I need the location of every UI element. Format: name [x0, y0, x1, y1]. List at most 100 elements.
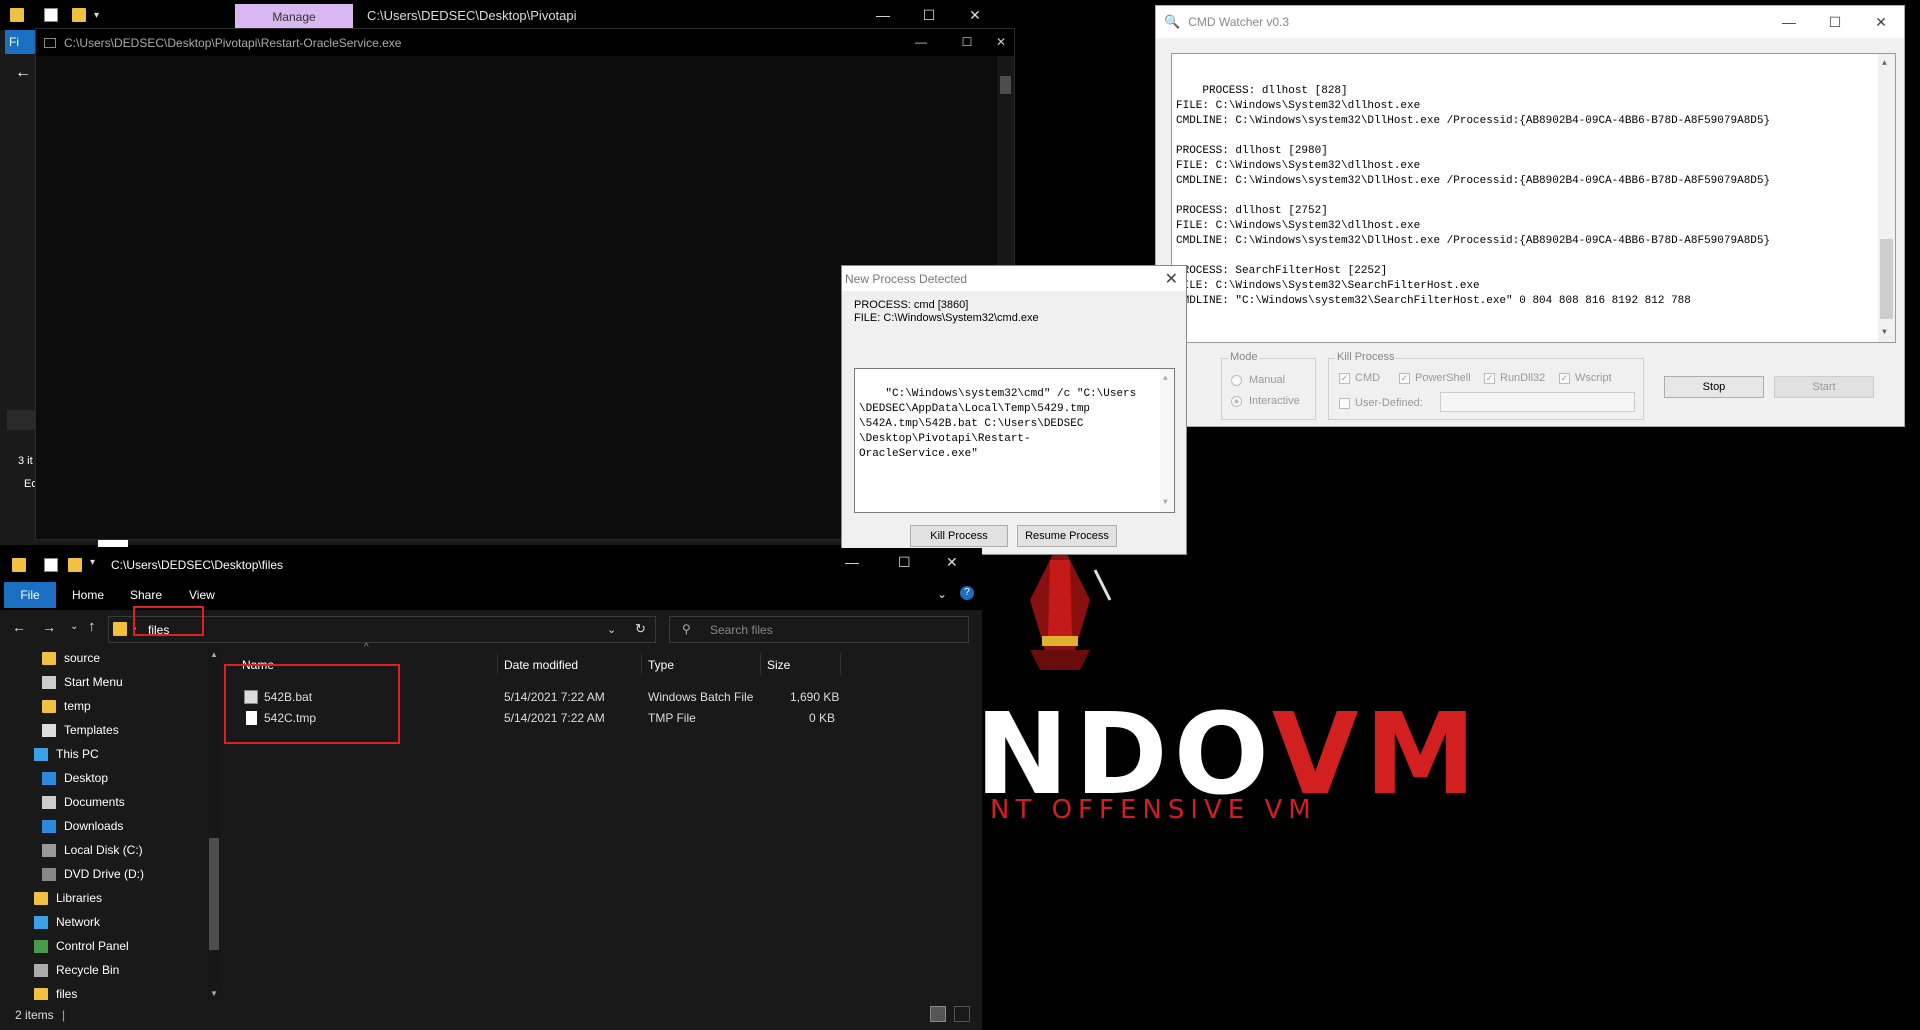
scroll-down-icon[interactable]: ▼ — [1163, 495, 1168, 510]
ribbon-expand-icon[interactable]: ⌄ — [937, 587, 947, 601]
ribbon-tab-share[interactable]: Share — [120, 582, 172, 608]
kill-process-button[interactable]: Kill Process — [910, 525, 1008, 547]
nav-item-this-pc[interactable]: This PC — [34, 744, 99, 764]
nav-item-control-panel[interactable]: Control Panel — [34, 936, 129, 956]
nav-item-source[interactable]: source — [42, 648, 100, 668]
process-file: FILE: C:\Windows\System32\cmd.exe — [854, 312, 1039, 324]
kill-wscript-checkbox[interactable]: ✓ Wscript — [1559, 372, 1612, 384]
quick-access-dropdown-icon[interactable]: ▾ — [90, 557, 95, 568]
explorer-title: C:\Users\DEDSEC\Desktop\files — [111, 558, 284, 572]
nav-label: This PC — [56, 747, 99, 761]
nav-item-network[interactable]: Network — [34, 912, 100, 932]
scroll-down-icon[interactable]: ▼ — [1882, 325, 1887, 340]
quick-access-dropdown-icon[interactable]: ▾ — [94, 10, 99, 21]
scroll-up-icon[interactable]: ▲ — [1882, 56, 1887, 71]
nav-item-downloads[interactable]: Downloads — [42, 816, 123, 836]
close-button[interactable]: ✕ — [946, 554, 958, 571]
nav-item-local-disk[interactable]: Local Disk (C:) — [42, 840, 143, 860]
desktop-icon — [42, 771, 56, 785]
manage-tab[interactable]: Manage — [235, 4, 353, 30]
help-icon[interactable]: ? — [960, 586, 974, 600]
close-button[interactable]: ✕ — [952, 0, 998, 30]
file-size: 0 KB — [809, 711, 836, 725]
column-divider[interactable] — [641, 653, 642, 675]
nav-label: Libraries — [56, 891, 103, 905]
navigation-pane[interactable]: source Start Menu temp Templates This PC… — [0, 648, 222, 1001]
cmdline-scrollbar[interactable]: ▲ ▼ — [1160, 369, 1174, 512]
process-log[interactable]: PROCESS: dllhost [828] FILE: C:\Windows\… — [1171, 53, 1896, 343]
column-header-date-modified[interactable]: Date modified — [504, 658, 578, 672]
console-scroll-thumb[interactable] — [1000, 76, 1011, 94]
address-dropdown-icon[interactable]: ⌄ — [607, 623, 616, 636]
column-divider[interactable] — [760, 653, 761, 675]
cmd-watcher-minimize-button[interactable]: — — [1766, 6, 1812, 38]
cmd-watcher-maximize-button[interactable]: ☐ — [1812, 6, 1858, 38]
kill-powershell-checkbox[interactable]: ✓ PowerShell — [1399, 372, 1471, 384]
new-folder-icon[interactable] — [72, 8, 86, 22]
nav-item-start-menu[interactable]: Start Menu — [42, 672, 123, 692]
nav-item-desktop[interactable]: Desktop — [42, 768, 108, 788]
recent-locations-icon[interactable]: ⌄ — [70, 621, 78, 632]
nav-item-dvd-drive[interactable]: DVD Drive (D:) — [42, 864, 144, 884]
minimize-button[interactable]: — — [860, 0, 906, 30]
new-process-dialog-title: New Process Detected — [842, 266, 1186, 291]
scroll-up-icon[interactable]: ▲ — [1163, 371, 1168, 386]
start-button[interactable]: Start — [1774, 376, 1874, 398]
radio-icon — [1231, 374, 1242, 386]
nav-item-libraries[interactable]: Libraries — [34, 888, 102, 908]
details-view-icon[interactable] — [930, 1006, 946, 1022]
nav-label: Local Disk (C:) — [64, 843, 143, 857]
column-divider[interactable] — [840, 653, 841, 675]
column-divider[interactable] — [497, 653, 498, 675]
nav-item-temp[interactable]: temp — [42, 696, 91, 716]
kill-rundll32-checkbox[interactable]: ✓ RunDll32 — [1484, 372, 1545, 384]
nav-scroll-thumb[interactable] — [209, 838, 219, 950]
cmdline-textbox[interactable]: "C:\Windows\system32\cmd" /c "C:\Users \… — [854, 368, 1175, 513]
explorer-window[interactable]: ▾ C:\Users\DEDSEC\Desktop\files — ☐ ✕ Fi… — [0, 548, 982, 1030]
console-close-button[interactable]: ✕ — [986, 29, 1016, 56]
new-folder-icon[interactable] — [68, 558, 82, 572]
explorer-titlebar: ▾ C:\Users\DEDSEC\Desktop\files — ☐ ✕ — [0, 548, 982, 582]
ribbon-tab-file[interactable]: File — [4, 582, 56, 608]
stop-button[interactable]: Stop — [1664, 376, 1764, 398]
resume-process-button[interactable]: Resume Process — [1017, 525, 1117, 547]
up-arrow-icon[interactable]: ↑ — [88, 618, 96, 635]
user-defined-input[interactable] — [1440, 392, 1635, 412]
nav-item-recycle-bin[interactable]: Recycle Bin — [34, 960, 119, 980]
forward-arrow-icon[interactable]: → — [42, 619, 56, 635]
kill-cmd-checkbox[interactable]: ✓ CMD — [1339, 372, 1380, 384]
ribbon-file-tab[interactable]: Fi — [5, 30, 35, 54]
properties-icon[interactable] — [44, 8, 58, 22]
process-log-scroll-thumb[interactable] — [1880, 239, 1893, 319]
cmd-watcher-close-button[interactable]: ✕ — [1858, 6, 1904, 38]
console-maximize-button[interactable]: ☐ — [944, 29, 990, 56]
back-arrow-icon[interactable]: ← — [15, 64, 31, 82]
column-header-type[interactable]: Type — [648, 658, 674, 672]
minimize-button[interactable]: — — [845, 554, 859, 570]
search-input[interactable]: ⚲ Search files — [669, 616, 969, 643]
nav-item-documents[interactable]: Documents — [42, 792, 125, 812]
mode-interactive-radio[interactable]: Interactive — [1231, 395, 1300, 407]
mode-manual-radio[interactable]: Manual — [1231, 374, 1285, 386]
large-icons-view-icon[interactable] — [954, 1006, 970, 1022]
ribbon-tab-view[interactable]: View — [179, 582, 225, 608]
console-minimize-button[interactable]: — — [898, 29, 944, 56]
maximize-button[interactable]: ☐ — [906, 0, 952, 30]
column-header-size[interactable]: Size — [767, 658, 790, 672]
scroll-down-icon[interactable]: ▼ — [210, 989, 218, 998]
maximize-button[interactable]: ☐ — [898, 554, 911, 571]
process-log-scrollbar[interactable]: ▲ ▼ — [1878, 54, 1895, 342]
refresh-icon[interactable]: ↻ — [635, 621, 646, 637]
properties-icon[interactable] — [44, 558, 58, 572]
nav-scrollbar[interactable]: ▲ ▼ — [207, 648, 221, 1000]
scroll-up-icon[interactable]: ▲ — [210, 650, 218, 659]
user-defined-checkbox[interactable]: User-Defined: — [1339, 397, 1423, 409]
file-list[interactable]: ^ Name Date modified Type Size 542B.bat … — [224, 642, 982, 1000]
ribbon-tab-home[interactable]: Home — [62, 582, 114, 608]
dialog-close-icon[interactable]: ✕ — [1165, 269, 1178, 289]
cmd-watcher-window[interactable]: 🔍 CMD Watcher v0.3 — ☐ ✕ PROCESS: dllhos… — [1155, 5, 1905, 427]
mode-groupbox: Mode — [1221, 351, 1316, 420]
nav-item-templates[interactable]: Templates — [42, 720, 119, 740]
new-process-dialog[interactable]: New Process Detected ✕ PROCESS: cmd [386… — [841, 265, 1187, 555]
back-arrow-icon[interactable]: ← — [12, 619, 26, 635]
